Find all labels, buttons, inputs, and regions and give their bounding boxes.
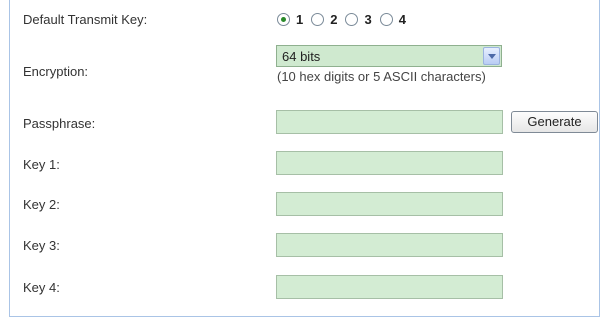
- key-1-input[interactable]: [276, 151, 503, 175]
- transmit-key-radio-group: 1 2 3 4: [277, 12, 414, 27]
- encryption-label: Encryption:: [23, 64, 89, 79]
- key-3-label: Key 3:: [23, 238, 60, 253]
- key-1-label: Key 1:: [23, 157, 60, 172]
- radio-button-3[interactable]: [345, 13, 359, 26]
- encryption-selected-value: 64 bits: [282, 49, 321, 64]
- radio-button-4[interactable]: [379, 13, 393, 26]
- chevron-down-icon[interactable]: [483, 47, 500, 65]
- key-2-label: Key 2:: [23, 197, 60, 212]
- transmit-key-option-3[interactable]: 3: [345, 12, 372, 27]
- transmit-key-option-2[interactable]: 2: [311, 12, 337, 27]
- passphrase-input[interactable]: [276, 110, 503, 134]
- encryption-select[interactable]: 64 bits: [276, 45, 502, 67]
- radio-button-1[interactable]: [277, 13, 290, 26]
- passphrase-label: Passphrase:: [23, 116, 96, 131]
- key-2-input[interactable]: [276, 192, 503, 216]
- radio-label-4: 4: [398, 12, 406, 27]
- transmit-key-option-1[interactable]: 1: [277, 12, 303, 27]
- key-3-input[interactable]: [276, 233, 503, 257]
- key-4-input[interactable]: [276, 275, 503, 299]
- wep-settings-panel: Default Transmit Key: 1 2 3 4 Encryption…: [9, 0, 600, 317]
- radio-label-1: 1: [296, 12, 304, 27]
- radio-label-2: 2: [330, 12, 338, 27]
- transmit-key-label: Default Transmit Key:: [23, 12, 148, 27]
- generate-button[interactable]: Generate: [511, 111, 598, 133]
- encryption-hint: (10 hex digits or 5 ASCII characters): [277, 69, 486, 84]
- key-4-label: Key 4:: [23, 280, 60, 295]
- radio-label-3: 3: [364, 12, 372, 27]
- radio-button-2[interactable]: [311, 13, 325, 26]
- transmit-key-option-4[interactable]: 4: [379, 12, 406, 27]
